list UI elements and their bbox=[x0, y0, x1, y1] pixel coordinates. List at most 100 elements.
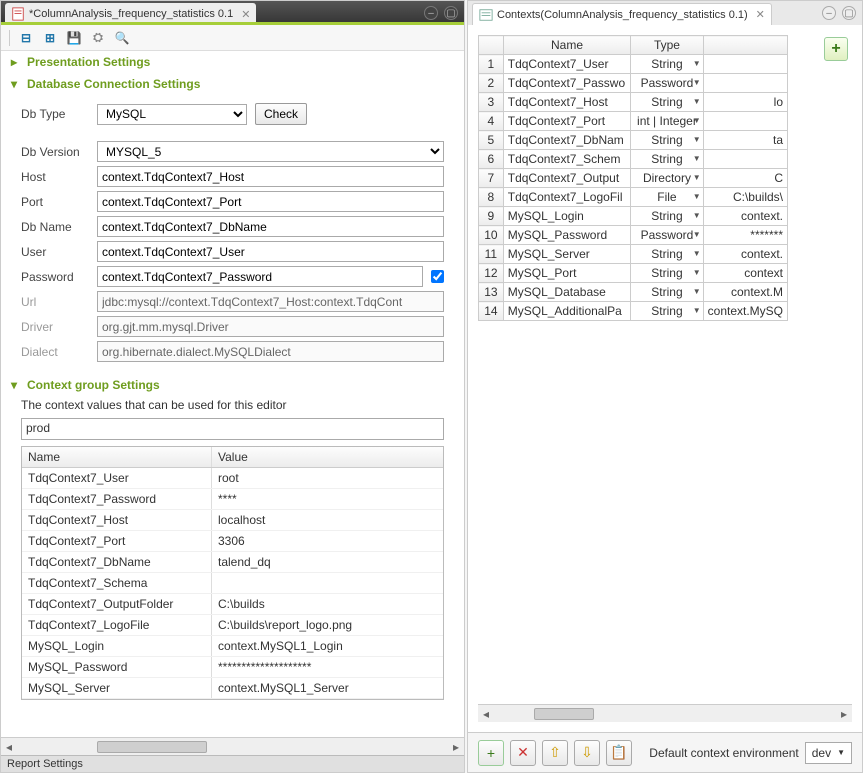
row-value[interactable]: context.MySQ bbox=[703, 302, 787, 321]
collapse-all-icon[interactable]: ⊟ bbox=[18, 30, 34, 46]
row-value[interactable]: C bbox=[703, 169, 787, 188]
close-icon[interactable]: ✕ bbox=[241, 8, 250, 21]
add-button[interactable]: + bbox=[478, 740, 504, 766]
report-settings-tab[interactable]: Report Settings bbox=[1, 755, 464, 772]
context-row[interactable]: TdqContext7_Schema bbox=[22, 573, 443, 594]
grid-row[interactable]: 14MySQL_AdditionalPaString▼context.MySQ bbox=[479, 302, 788, 321]
chevron-down-icon[interactable]: ▼ bbox=[693, 154, 701, 163]
chevron-down-icon[interactable]: ▼ bbox=[693, 306, 701, 315]
chevron-down-icon[interactable]: ▼ bbox=[693, 78, 701, 87]
grid-row[interactable]: 8TdqContext7_LogoFilFile▼C:\builds\ bbox=[479, 188, 788, 207]
chevron-down-icon[interactable]: ▼ bbox=[693, 230, 701, 239]
close-icon[interactable]: ✕ bbox=[756, 8, 765, 21]
scroll-right-icon[interactable]: ▸ bbox=[448, 740, 464, 754]
row-type[interactable]: String▼ bbox=[631, 245, 703, 264]
row-type[interactable]: Password▼ bbox=[631, 226, 703, 245]
grid-row[interactable]: 5TdqContext7_DbNamString▼ta bbox=[479, 131, 788, 150]
row-value[interactable]: ******* bbox=[703, 226, 787, 245]
row-value[interactable]: context. bbox=[703, 245, 787, 264]
contexts-tab[interactable]: Contexts(ColumnAnalysis_frequency_statis… bbox=[472, 3, 772, 25]
row-name[interactable]: MySQL_Database bbox=[503, 283, 631, 302]
delete-button[interactable]: ✕ bbox=[510, 740, 536, 766]
row-value[interactable]: context bbox=[703, 264, 787, 283]
maximize-icon[interactable]: ▢ bbox=[842, 6, 856, 20]
add-column-button[interactable]: + bbox=[824, 37, 848, 61]
grid-row[interactable]: 10MySQL_PasswordPassword▼******* bbox=[479, 226, 788, 245]
default-env-select[interactable]: dev ▼ bbox=[805, 742, 852, 764]
move-down-button[interactable]: ⇩ bbox=[574, 740, 600, 766]
row-type[interactable]: String▼ bbox=[631, 264, 703, 283]
row-name[interactable]: TdqContext7_Schem bbox=[503, 150, 631, 169]
row-type[interactable]: int | Integer▼ bbox=[631, 112, 703, 131]
chevron-down-icon[interactable]: ▼ bbox=[693, 211, 701, 220]
context-row[interactable]: MySQL_Password******************** bbox=[22, 657, 443, 678]
row-value[interactable]: lo bbox=[703, 93, 787, 112]
row-type[interactable]: File▼ bbox=[631, 188, 703, 207]
row-value[interactable]: context. bbox=[703, 207, 787, 226]
copy-button[interactable]: 📋 bbox=[606, 740, 632, 766]
chevron-down-icon[interactable]: ▼ bbox=[693, 268, 701, 277]
row-value[interactable] bbox=[703, 74, 787, 93]
grid-col-name[interactable]: Name bbox=[503, 36, 631, 55]
chevron-down-icon[interactable]: ▼ bbox=[693, 97, 701, 106]
row-value[interactable] bbox=[703, 150, 787, 169]
row-type[interactable]: String▼ bbox=[631, 55, 703, 74]
check-button[interactable]: Check bbox=[255, 103, 307, 125]
password-input[interactable] bbox=[97, 266, 423, 287]
row-type[interactable]: String▼ bbox=[631, 150, 703, 169]
chevron-down-icon[interactable]: ▼ bbox=[693, 173, 701, 182]
row-name[interactable]: TdqContext7_Passwo bbox=[503, 74, 631, 93]
grid-col-type[interactable]: Type bbox=[631, 36, 703, 55]
row-name[interactable]: MySQL_Server bbox=[503, 245, 631, 264]
dbtype-select[interactable]: MySQL bbox=[97, 104, 247, 125]
context-row[interactable]: TdqContext7_OutputFolderC:\builds bbox=[22, 594, 443, 615]
maximize-icon[interactable]: ▢ bbox=[444, 6, 458, 20]
grid-horizontal-scrollbar[interactable]: ◂ ▸ bbox=[478, 704, 852, 722]
horizontal-scrollbar[interactable]: ◂ ▸ bbox=[1, 737, 464, 755]
grid-row[interactable]: 3TdqContext7_HostString▼lo bbox=[479, 93, 788, 112]
row-type[interactable]: String▼ bbox=[631, 283, 703, 302]
context-row[interactable]: TdqContext7_Port3306 bbox=[22, 531, 443, 552]
row-type[interactable]: Password▼ bbox=[631, 74, 703, 93]
row-value[interactable] bbox=[703, 112, 787, 131]
row-value[interactable]: ta bbox=[703, 131, 787, 150]
grid-row[interactable]: 9MySQL_LoginString▼context. bbox=[479, 207, 788, 226]
grid-row[interactable]: 1TdqContext7_UserString▼ bbox=[479, 55, 788, 74]
expand-all-icon[interactable]: ⊞ bbox=[42, 30, 58, 46]
chevron-down-icon[interactable]: ▼ bbox=[693, 287, 701, 296]
row-type[interactable]: Directory▼ bbox=[631, 169, 703, 188]
user-input[interactable] bbox=[97, 241, 444, 262]
row-type[interactable]: String▼ bbox=[631, 207, 703, 226]
host-input[interactable] bbox=[97, 166, 444, 187]
minimize-icon[interactable]: – bbox=[822, 6, 836, 20]
context-row[interactable]: TdqContext7_Password**** bbox=[22, 489, 443, 510]
minimize-icon[interactable]: – bbox=[424, 6, 438, 20]
row-name[interactable]: TdqContext7_Output bbox=[503, 169, 631, 188]
row-type[interactable]: String▼ bbox=[631, 131, 703, 150]
row-name[interactable]: TdqContext7_User bbox=[503, 55, 631, 74]
context-row[interactable]: MySQL_Login context.MySQL1_Login bbox=[22, 636, 443, 657]
section-presentation[interactable]: ▸ Presentation Settings bbox=[1, 51, 464, 73]
row-type[interactable]: String▼ bbox=[631, 93, 703, 112]
row-type[interactable]: String▼ bbox=[631, 302, 703, 321]
chevron-down-icon[interactable]: ▼ bbox=[693, 249, 701, 258]
port-input[interactable] bbox=[97, 191, 444, 212]
dbversion-select[interactable]: MYSQL_5 bbox=[97, 141, 444, 162]
scroll-left-icon[interactable]: ◂ bbox=[1, 740, 17, 754]
context-row[interactable]: TdqContext7_Hostlocalhost bbox=[22, 510, 443, 531]
chevron-down-icon[interactable]: ▼ bbox=[693, 116, 701, 125]
chevron-down-icon[interactable]: ▼ bbox=[693, 135, 701, 144]
dbname-input[interactable] bbox=[97, 216, 444, 237]
context-row[interactable]: TdqContext7_DbNametalend_dq bbox=[22, 552, 443, 573]
chevron-down-icon[interactable]: ▼ bbox=[693, 59, 701, 68]
grid-row[interactable]: 13MySQL_DatabaseString▼context.M bbox=[479, 283, 788, 302]
password-checkbox[interactable] bbox=[431, 270, 444, 283]
grid-row[interactable]: 6TdqContext7_SchemString▼ bbox=[479, 150, 788, 169]
context-row[interactable]: TdqContext7_LogoFileC:\builds\report_log… bbox=[22, 615, 443, 636]
context-row[interactable]: MySQL_Servercontext.MySQL1_Server bbox=[22, 678, 443, 699]
search-icon[interactable]: 🔍 bbox=[114, 30, 130, 46]
context-row[interactable]: TdqContext7_Userroot bbox=[22, 468, 443, 489]
scroll-thumb[interactable] bbox=[97, 741, 207, 753]
row-name[interactable]: MySQL_Password bbox=[503, 226, 631, 245]
row-value[interactable]: C:\builds\ bbox=[703, 188, 787, 207]
